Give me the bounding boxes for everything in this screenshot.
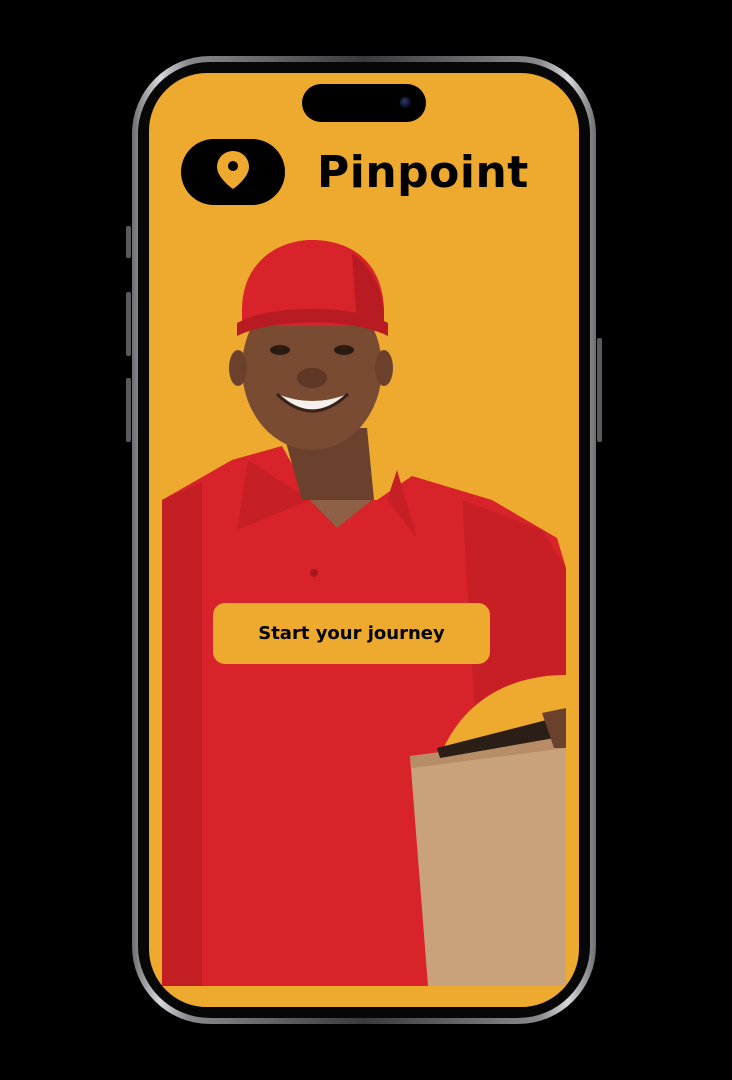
power-button [597,338,602,442]
front-camera [400,97,411,108]
bottom-strip [149,986,579,1007]
map-pin-icon [216,150,250,194]
volume-down-button [126,378,131,442]
dynamic-island [302,84,426,122]
app-title: Pinpoint [317,147,529,198]
app-screen: Pinpoint Start your journey [149,73,579,1007]
action-button [126,226,131,258]
volume-up-button [126,292,131,356]
logo-badge [181,139,285,205]
start-journey-button[interactable]: Start your journey [213,603,490,664]
